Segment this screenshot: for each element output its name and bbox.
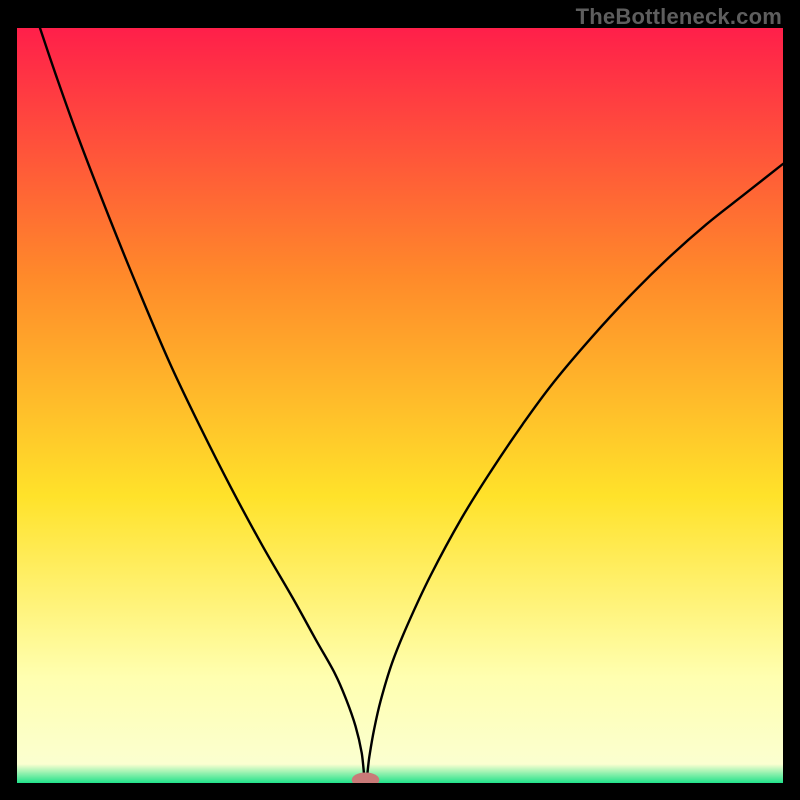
watermark-label: TheBottleneck.com [576, 4, 782, 30]
bottleneck-chart [17, 28, 783, 783]
gradient-background [17, 28, 783, 783]
plot-area [17, 28, 783, 783]
chart-frame: TheBottleneck.com [0, 0, 800, 800]
